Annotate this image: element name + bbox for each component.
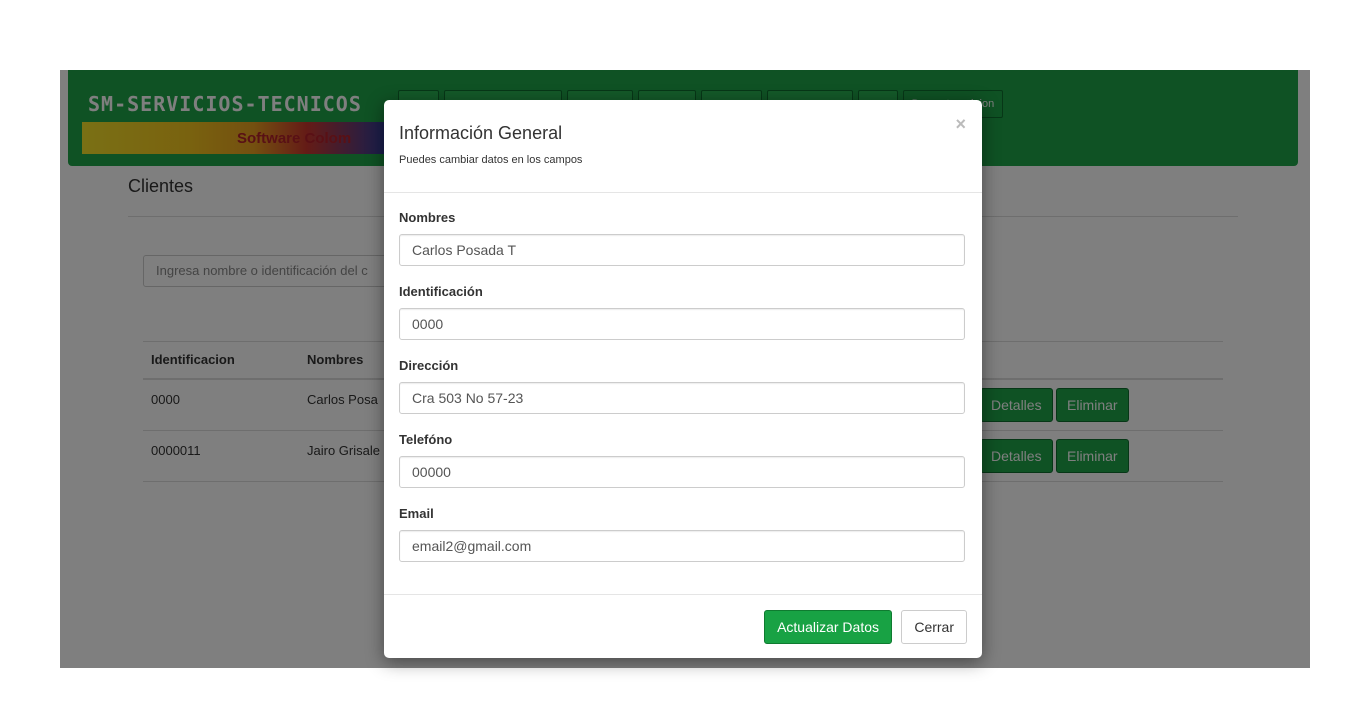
telefono-field[interactable] — [399, 456, 965, 488]
direccion-field[interactable] — [399, 382, 965, 414]
nombres-field[interactable] — [399, 234, 965, 266]
update-button[interactable]: Actualizar Datos — [764, 610, 892, 644]
nombres-label: Nombres — [399, 210, 456, 225]
email-label: Email — [399, 506, 434, 521]
client-info-modal: Información General Puedes cambiar datos… — [384, 100, 982, 658]
modal-footer: Actualizar Datos Cerrar — [384, 594, 982, 659]
direccion-label: Dirección — [399, 358, 459, 373]
telefono-label: Telefóno — [399, 432, 453, 447]
modal-title: Información General — [399, 123, 563, 143]
identificacion-field[interactable] — [399, 308, 965, 340]
cancel-button[interactable]: Cerrar — [901, 610, 967, 644]
modal-header: Información General Puedes cambiar datos… — [384, 100, 982, 193]
email-field[interactable] — [399, 530, 965, 562]
modal-subtitle: Puedes cambiar datos en los campos — [399, 154, 583, 166]
close-icon[interactable]: × — [955, 114, 966, 135]
identificacion-label: Identificación — [399, 284, 483, 299]
